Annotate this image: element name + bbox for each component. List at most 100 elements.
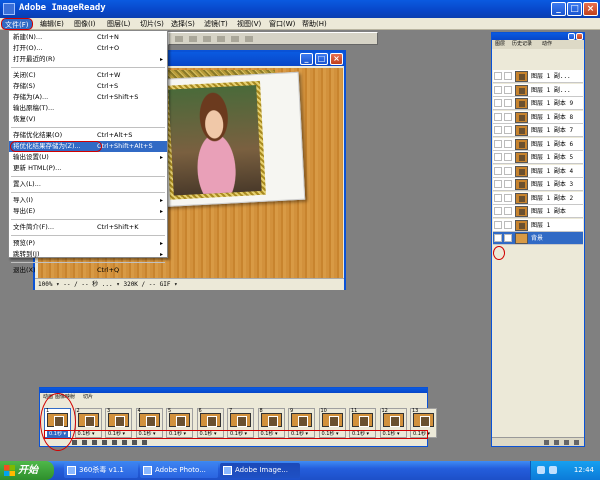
new-layer-icon[interactable] — [544, 440, 549, 445]
file-menu-item[interactable]: 关闭(C) Ctrl+W — [9, 70, 167, 81]
tray-icon[interactable] — [549, 466, 557, 474]
layer-row[interactable]: 图层 1 副... — [493, 83, 583, 97]
layer-row[interactable]: 图层 1 副本 8 — [493, 110, 583, 124]
layers-minimize-icon[interactable] — [568, 33, 575, 40]
layer-row[interactable]: 图层 1 副本 5 — [493, 151, 583, 164]
layer-style-icon[interactable] — [554, 440, 559, 445]
next-frame-icon[interactable] — [112, 440, 117, 445]
layer-visibility-eye-icon[interactable] — [494, 99, 502, 107]
prev-frame-icon[interactable] — [92, 440, 97, 445]
layer-row[interactable]: 图层 1 副本 9 — [493, 97, 583, 110]
layer-row[interactable]: 图层 1 副本 7 — [493, 124, 583, 137]
play-icon[interactable] — [102, 440, 107, 445]
maximize-icon[interactable]: □ — [567, 2, 582, 16]
layer-visibility-eye-icon[interactable] — [494, 85, 502, 94]
layer-visibility-eye-icon[interactable] — [494, 112, 502, 121]
layers-close-icon[interactable] — [576, 33, 583, 40]
file-menu-item[interactable]: 跳转到(J) ▸ — [9, 249, 167, 260]
menu-help[interactable]: 帮助(H) — [299, 18, 330, 30]
tab-slices[interactable]: 切片 — [82, 393, 94, 401]
tray-icon[interactable] — [537, 466, 545, 474]
menu-filter[interactable]: 滤镜(T) — [201, 18, 231, 30]
menu-window[interactable]: 窗口(W) — [266, 18, 298, 30]
layer-row[interactable]: 图层 1 副本 — [493, 205, 583, 218]
layer-link-icon[interactable] — [504, 234, 512, 242]
doc-close-icon[interactable]: × — [330, 53, 343, 65]
tab-layers[interactable]: 图层 — [495, 40, 505, 49]
tab-history[interactable]: 历史记录 — [512, 40, 532, 49]
file-menu-item[interactable]: 文件简介(F)... Ctrl+Shift+K — [9, 222, 167, 233]
layer-link-icon[interactable] — [504, 180, 512, 188]
layer-link-icon[interactable] — [504, 166, 512, 175]
menu-file[interactable]: 文件(F) — [1, 18, 33, 30]
tween-icon[interactable] — [122, 440, 127, 445]
doc-maximize-icon[interactable]: □ — [315, 53, 328, 65]
layer-visibility-eye-icon[interactable] — [494, 180, 502, 188]
layer-link-icon[interactable] — [504, 220, 512, 229]
layer-link-icon[interactable] — [504, 139, 512, 148]
layer-visibility-eye-icon[interactable] — [494, 193, 502, 202]
start-button[interactable]: 开始 — [0, 461, 54, 480]
menu-edit[interactable]: 编辑(E) — [37, 18, 67, 30]
file-menu-item[interactable]: 预览(P) ▸ — [9, 238, 167, 249]
menu-image[interactable]: 图像(I) — [71, 18, 99, 30]
close-icon[interactable]: × — [583, 2, 598, 16]
layer-visibility-eye-icon[interactable] — [494, 153, 502, 161]
file-menu-item[interactable]: 输出原稿(T)... — [9, 103, 167, 114]
layer-row[interactable]: 图层 1 副本 2 — [493, 191, 583, 205]
menu-slices[interactable]: 切片(S) — [137, 18, 167, 30]
file-menu-item[interactable]: 恢复(V) — [9, 114, 167, 125]
delete-frame-icon[interactable] — [142, 440, 147, 445]
menu-select[interactable]: 选择(S) — [168, 18, 198, 30]
file-menu-item[interactable]: 打开(O)... Ctrl+O — [9, 43, 167, 54]
menu-layer[interactable]: 图层(L) — [104, 18, 133, 30]
taskbar-button-photoshop[interactable]: Adobe Photo... — [140, 463, 218, 478]
first-frame-icon[interactable] — [82, 440, 87, 445]
file-menu-item[interactable]: 打开最近的(R) ▸ — [9, 54, 167, 65]
file-menu-item[interactable]: 将优化结果存储为(Z)... Ctrl+Shift+Alt+S — [9, 141, 167, 152]
layer-visibility-eye-icon[interactable] — [494, 166, 502, 175]
layer-row[interactable]: 图层 1 副本 4 — [493, 164, 583, 178]
taskbar-button-imageready[interactable]: Adobe Image... — [220, 463, 300, 478]
layer-visibility-eye-icon[interactable] — [494, 72, 502, 80]
layer-visibility-eye-icon[interactable] — [494, 139, 502, 148]
layer-row[interactable]: 图层 1 — [493, 218, 583, 232]
duplicate-frame-icon[interactable] — [132, 440, 137, 445]
layer-link-icon[interactable] — [504, 207, 512, 215]
layer-link-icon[interactable] — [504, 72, 512, 80]
new-set-icon[interactable] — [564, 440, 569, 445]
menu-separator — [11, 262, 165, 263]
layer-link-icon[interactable] — [504, 85, 512, 94]
layer-row[interactable]: 图层 1 副... — [493, 70, 583, 83]
file-menu-item[interactable]: 导出(E) ▸ — [9, 206, 167, 217]
file-menu-item[interactable]: 退出(X) Ctrl+Q — [9, 265, 167, 276]
layer-link-icon[interactable] — [504, 193, 512, 202]
file-menu-item[interactable]: 存储(S) Ctrl+S — [9, 81, 167, 92]
tab-actions[interactable]: 动作 — [542, 40, 552, 49]
file-menu-item[interactable]: 新建(N)... Ctrl+N — [9, 32, 167, 43]
layer-visibility-eye-icon[interactable] — [494, 220, 502, 229]
doc-minimize-icon[interactable]: _ — [300, 53, 313, 65]
loop-icon[interactable] — [72, 440, 77, 445]
document-status-bar[interactable]: 100% ▾ -- / -- 秒 ... ▾ 320K / -- GIF ▾ — [35, 278, 344, 290]
layer-visibility-eye-icon[interactable] — [494, 126, 502, 134]
taskbar-button-360[interactable]: 360杀毒 v1.1 — [64, 463, 138, 478]
minimize-icon[interactable]: _ — [551, 2, 566, 16]
layer-link-icon[interactable] — [504, 112, 512, 121]
file-menu-item[interactable]: 输出设置(U) ▸ — [9, 152, 167, 163]
layer-row[interactable]: 图层 1 副本 3 — [493, 178, 583, 191]
file-menu-item[interactable]: 存储优化结果(O) Ctrl+Alt+S — [9, 130, 167, 141]
file-menu-item[interactable]: 导入(I) ▸ — [9, 195, 167, 206]
layer-visibility-eye-icon[interactable]: ● — [494, 234, 502, 242]
layer-row[interactable]: 图层 1 副本 6 — [493, 137, 583, 151]
layer-link-icon[interactable] — [504, 126, 512, 134]
trash-icon[interactable] — [574, 440, 579, 445]
file-menu-item[interactable]: 存储为(A)... Ctrl+Shift+S — [9, 92, 167, 103]
menu-view[interactable]: 视图(V) — [234, 18, 264, 30]
file-menu-item[interactable]: 置入(L)... — [9, 179, 167, 190]
layer-link-icon[interactable] — [504, 153, 512, 161]
layer-link-icon[interactable] — [504, 99, 512, 107]
layer-visibility-eye-icon[interactable] — [494, 207, 502, 215]
layer-row[interactable]: ● 背景 — [493, 232, 583, 245]
file-menu-item[interactable]: 更新 HTML(P)... — [9, 163, 167, 174]
